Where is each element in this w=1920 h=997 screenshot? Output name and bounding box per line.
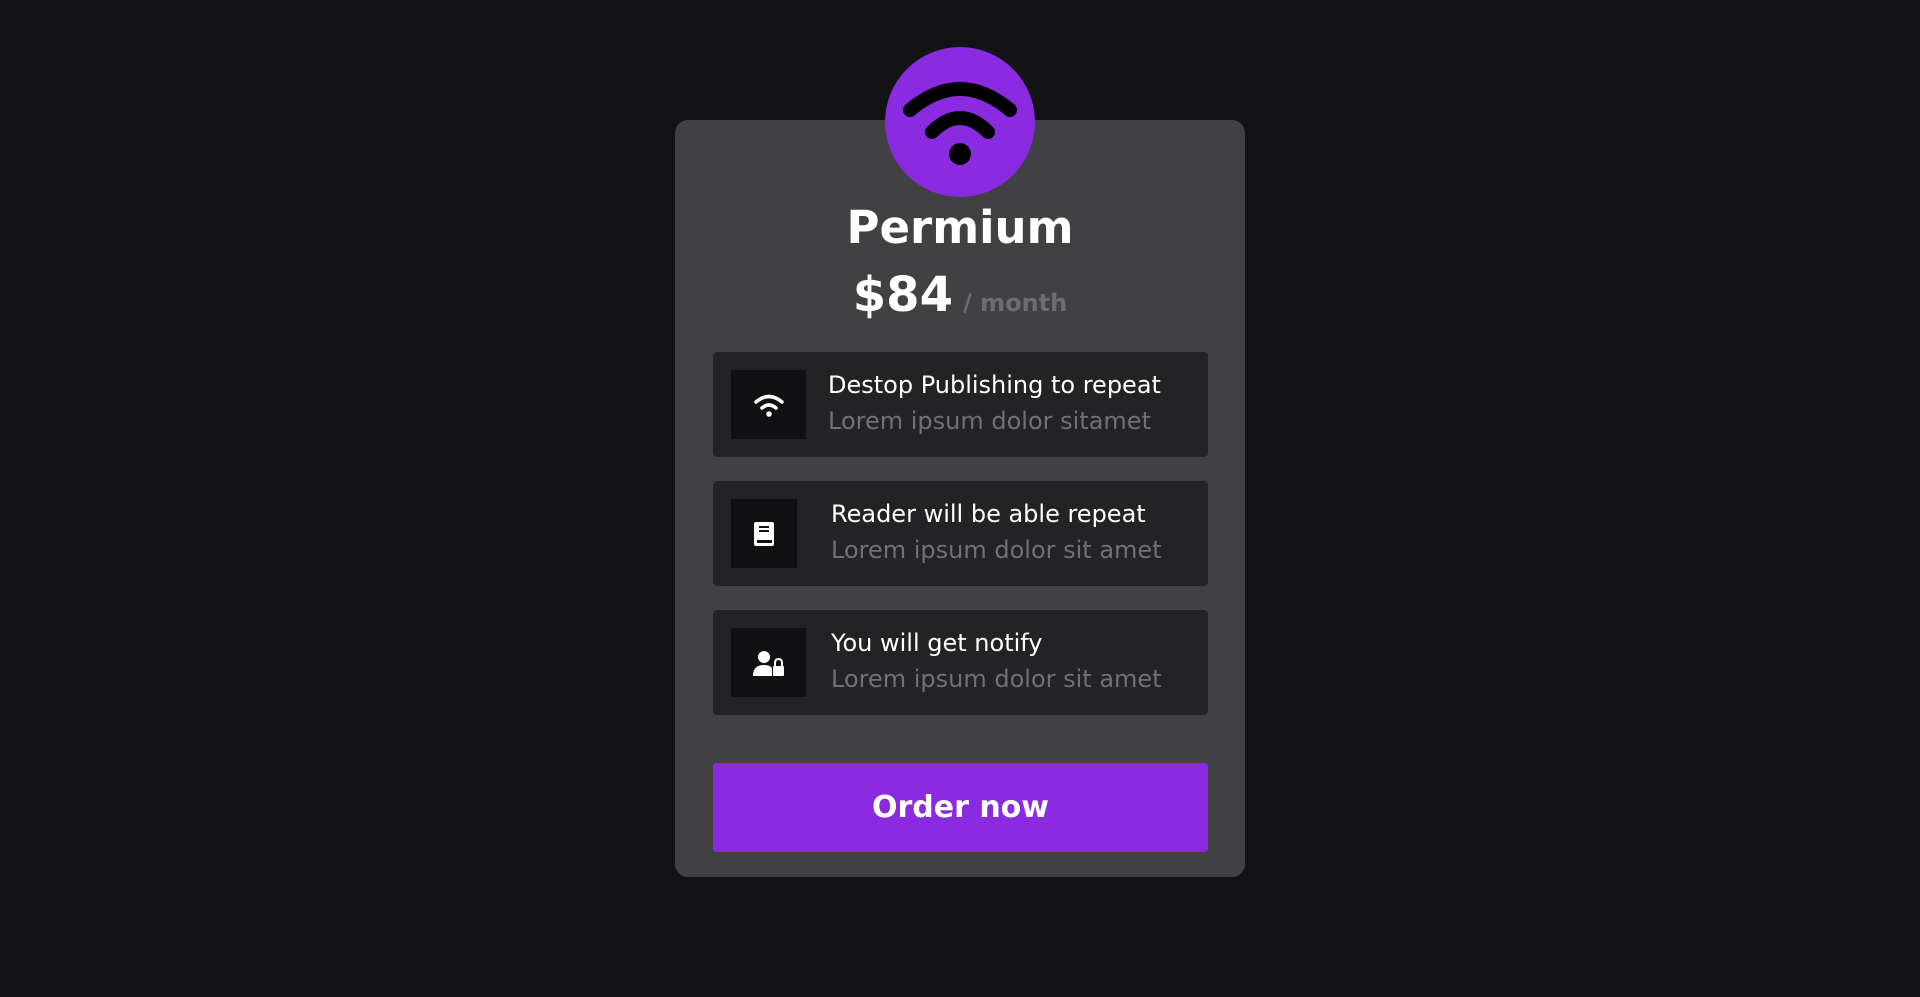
feature-icon-box xyxy=(731,370,806,439)
price-row: $84 / month xyxy=(675,263,1245,327)
wifi-icon xyxy=(903,82,1017,165)
feature-subtitle: Lorem ipsum dolor sitamet xyxy=(828,407,1151,435)
feature-subtitle: Lorem ipsum dolor sit amet xyxy=(831,665,1162,693)
order-now-button[interactable]: Order now xyxy=(713,763,1208,852)
book-icon xyxy=(754,521,774,546)
feature-icon-box xyxy=(731,499,797,568)
feature-title: Destop Publishing to repeat xyxy=(828,371,1161,399)
feature-item: Reader will be able repeat Lorem ipsum d… xyxy=(713,481,1208,586)
plan-period: / month xyxy=(962,289,1068,317)
feature-icon-box xyxy=(731,628,806,697)
wifi-icon xyxy=(753,394,784,417)
feature-subtitle: Lorem ipsum dolor sit amet xyxy=(831,536,1162,564)
plan-title: Permium xyxy=(846,201,1074,254)
user-lock-icon xyxy=(752,650,784,676)
feature-title: You will get notify xyxy=(831,629,1043,657)
plan-price: $84 xyxy=(852,267,953,323)
feature-item: You will get notify Lorem ipsum dolor si… xyxy=(713,610,1208,715)
feature-item: Destop Publishing to repeat Lorem ipsum … xyxy=(713,352,1208,457)
feature-title: Reader will be able repeat xyxy=(831,500,1146,528)
plan-badge xyxy=(885,47,1035,197)
